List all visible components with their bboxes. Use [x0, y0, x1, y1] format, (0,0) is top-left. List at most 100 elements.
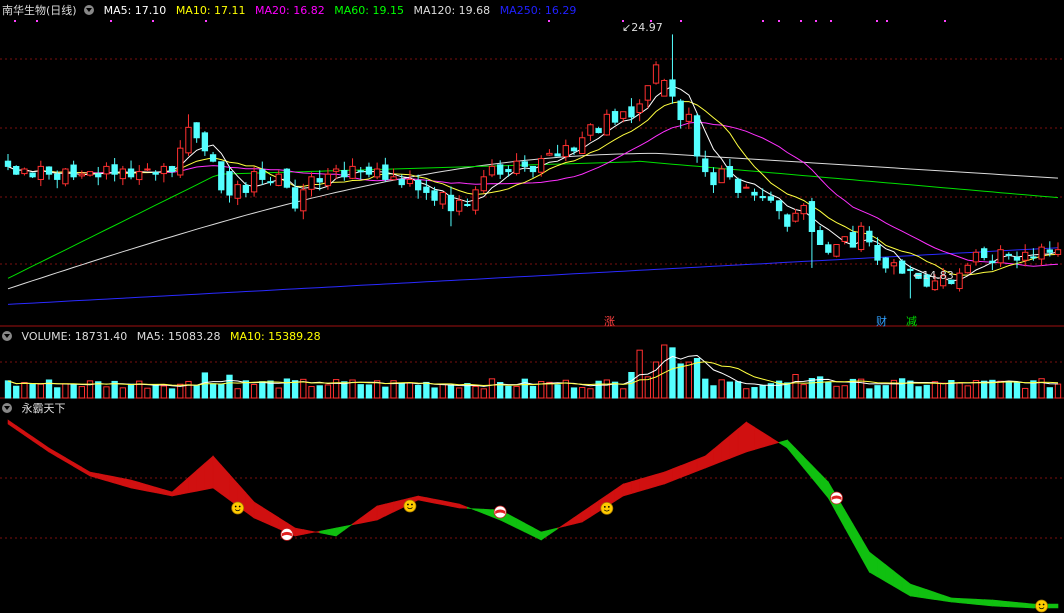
- stock-name: 南华生物(日线): [2, 4, 77, 17]
- volume-panel-header: VOLUME: 18731.40 MA5: 15083.28 MA10: 153…: [2, 329, 327, 345]
- candle-body: [570, 147, 578, 152]
- candle-body: [152, 172, 159, 175]
- indicator-band: [32, 436, 42, 447]
- smiley-eye: [238, 505, 241, 508]
- volume-bar: [185, 380, 192, 399]
- indicator-band: [811, 464, 821, 489]
- event-mark-cai[interactable]: 财: [876, 313, 887, 329]
- ma120-value: MA120: 19.68: [413, 4, 491, 17]
- ma10-value: MA10: 17.11: [175, 4, 246, 17]
- event-dot: [944, 20, 946, 22]
- indicator-band: [508, 513, 517, 529]
- indicator-band: [860, 536, 870, 574]
- candle-body: [275, 173, 282, 186]
- candle-body: [652, 64, 660, 84]
- indicator-band: [721, 434, 731, 463]
- volume-bar: [423, 381, 430, 399]
- indicator-band: [40, 441, 50, 453]
- candle-body: [1030, 256, 1037, 259]
- indicator-band: [549, 527, 558, 535]
- indicator-band: [1024, 602, 1034, 609]
- smiley-eye: [234, 505, 237, 508]
- candle-body: [808, 201, 816, 232]
- candle-body: [1022, 251, 1029, 261]
- smiley-icon: [600, 501, 614, 515]
- chevron-down-icon[interactable]: [2, 403, 12, 413]
- volume-bar: [382, 386, 389, 399]
- volume-ma10-value: MA10: 15389.28: [229, 330, 321, 343]
- volume-bar: [103, 386, 110, 399]
- candle-body: [562, 145, 569, 158]
- ma60-value: MA60: 19.15: [334, 4, 404, 17]
- volume-bar: [1022, 387, 1029, 399]
- smiley-icon: [231, 501, 245, 515]
- candle-body: [669, 79, 676, 97]
- candle-body: [874, 244, 881, 261]
- candle-body: [357, 170, 364, 173]
- volume-bar: [218, 383, 225, 399]
- indicator-band: [983, 599, 993, 607]
- volume-bar: [37, 383, 44, 399]
- indicator-band: [951, 597, 960, 604]
- indicator-band: [557, 522, 567, 530]
- indicator-band: [261, 506, 271, 526]
- event-mark-zhang[interactable]: 涨: [604, 313, 615, 329]
- candle-body: [390, 176, 397, 181]
- smiley-eye: [411, 503, 413, 506]
- candle-body: [743, 186, 750, 189]
- indicator-band: [663, 468, 673, 485]
- indicator-band: [196, 462, 206, 492]
- candle-body: [308, 176, 315, 190]
- indicator-band: [122, 478, 132, 489]
- candle-body: [792, 212, 799, 222]
- candle-body: [554, 153, 561, 157]
- event-dot: [110, 20, 112, 22]
- indicator-band: [204, 455, 214, 490]
- volume-bar: [13, 385, 20, 399]
- indicator-band: [368, 505, 378, 522]
- volume-bar: [981, 380, 988, 399]
- ma250-value: MA250: 16.29: [499, 4, 577, 17]
- indicator-band: [48, 447, 58, 458]
- candle-body: [95, 173, 102, 178]
- candle-body: [414, 179, 422, 191]
- indicator-band: [270, 511, 280, 530]
- indicator-band: [852, 522, 862, 559]
- indicator-band: [450, 502, 460, 509]
- chevron-down-icon[interactable]: [2, 331, 12, 341]
- volume-bar: [693, 358, 701, 399]
- chevron-down-icon[interactable]: [84, 5, 95, 15]
- candle-body: [13, 165, 20, 175]
- candle-body: [521, 161, 528, 167]
- candle-body: [4, 160, 12, 167]
- candle-body: [636, 103, 643, 113]
- volume-bar: [250, 383, 258, 399]
- smiley-eye: [603, 506, 606, 508]
- volume-bar: [685, 361, 693, 399]
- indicator-band: [327, 527, 337, 537]
- indicator-band: [24, 430, 33, 442]
- volume-bar: [734, 381, 742, 399]
- event-mark-jian[interactable]: 减: [906, 313, 917, 329]
- event-dot: [886, 20, 888, 22]
- volume-bar: [669, 347, 676, 399]
- volume-bar: [702, 378, 709, 399]
- indicator-band: [294, 527, 304, 537]
- indicator-band: [786, 439, 796, 459]
- candle-body: [505, 168, 512, 173]
- high-price-label: ↙24.97: [622, 21, 663, 34]
- indicator-band: [770, 437, 780, 446]
- volume-bar: [587, 388, 594, 399]
- candle-body: [472, 189, 479, 211]
- candle-body: [726, 166, 734, 178]
- candle-body: [775, 200, 783, 212]
- indicator-band: [302, 529, 312, 535]
- volume-bar: [964, 385, 971, 399]
- stock-chart-canvas[interactable]: [0, 0, 1064, 613]
- indicator-band: [434, 498, 444, 506]
- candle-body: [956, 272, 963, 290]
- indicator-band: [532, 527, 542, 541]
- indicator-title: 永霸天下: [21, 402, 66, 415]
- candle-body: [546, 152, 553, 156]
- candle-body: [620, 111, 627, 119]
